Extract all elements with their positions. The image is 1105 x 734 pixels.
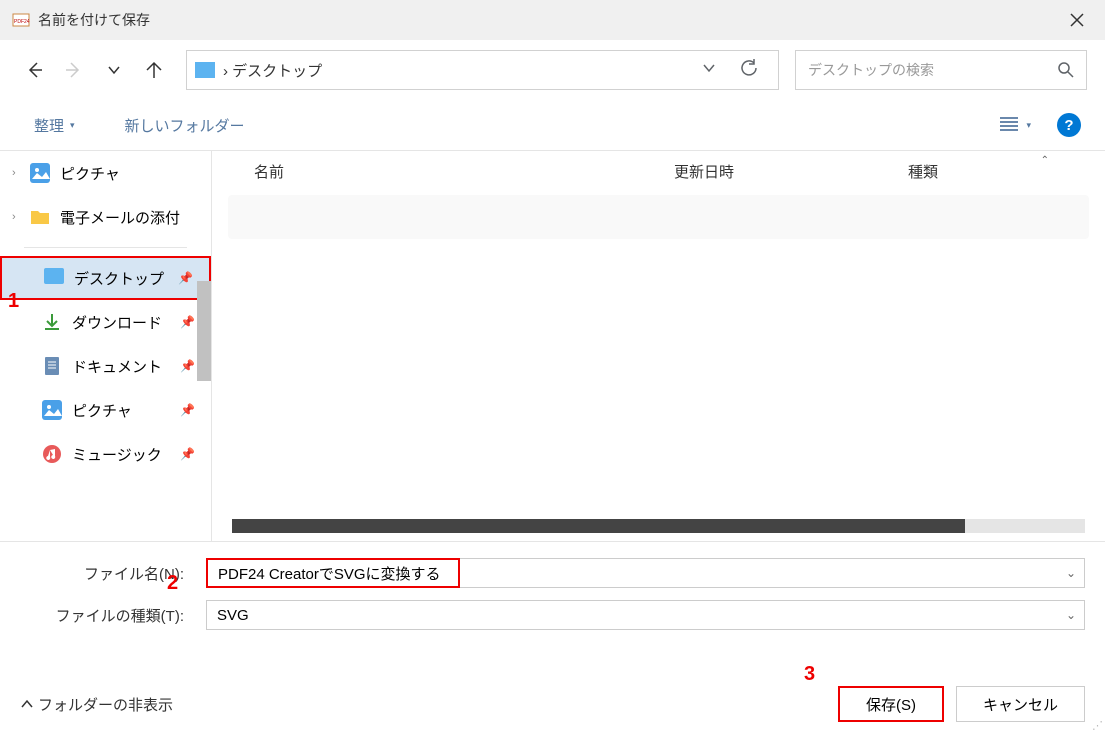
chevron-down-icon: ⌄ (1066, 566, 1076, 580)
music-icon (42, 444, 62, 464)
cancel-button[interactable]: キャンセル (956, 686, 1085, 722)
chevron-right-icon: › (12, 211, 30, 223)
arrow-left-icon (25, 61, 43, 79)
sidebar-item-label: ピクチャ (72, 400, 132, 421)
svg-text:PDF24: PDF24 (14, 19, 30, 25)
pin-icon: 📌 (180, 447, 195, 461)
sidebar-item-label: ダウンロード (72, 312, 162, 333)
sidebar-item-pictures2[interactable]: ピクチャ 📌 (0, 388, 211, 432)
pictures-icon (30, 163, 50, 183)
pictures-icon (42, 400, 62, 420)
sidebar-item-label: デスクトップ (74, 268, 164, 289)
pin-icon: 📌 (178, 271, 193, 285)
close-icon (1070, 13, 1084, 27)
nav-back-button[interactable] (18, 50, 50, 90)
file-row-placeholder (228, 195, 1089, 239)
search-icon (1058, 62, 1074, 78)
sidebar-item-music[interactable]: ミュージック 📌 (0, 432, 211, 476)
horizontal-scrollbar[interactable] (232, 519, 1085, 533)
sidebar-scrollbar[interactable] (197, 151, 211, 541)
pin-icon: 📌 (180, 359, 195, 373)
filename-label: ファイル名(N): (20, 563, 184, 584)
annotation-2: 2 (167, 572, 178, 595)
sidebar-item-label: ピクチャ (60, 163, 120, 184)
help-button[interactable]: ? (1057, 113, 1081, 137)
sidebar-item-desktop[interactable]: デスクトップ 📌 (0, 256, 211, 300)
refresh-icon (740, 59, 758, 77)
address-dropdown[interactable] (690, 61, 728, 80)
window-title: 名前を付けて保存 (38, 10, 1061, 30)
filetype-label: ファイルの種類(T): (20, 605, 184, 626)
pin-icon: 📌 (180, 403, 195, 417)
column-name[interactable]: 名前 (242, 161, 674, 182)
filetype-row: ファイルの種類(T): SVG ⌄ (20, 600, 1085, 630)
titlebar: PDF24 名前を付けて保存 (0, 0, 1105, 40)
download-icon (42, 312, 62, 332)
arrow-right-icon (65, 61, 83, 79)
organize-button[interactable]: 整理 (24, 109, 85, 142)
refresh-button[interactable] (728, 59, 770, 82)
chevron-down-icon: ⌄ (1066, 608, 1076, 622)
resize-grip[interactable]: ⋰ (1092, 719, 1103, 732)
sidebar-item-pictures[interactable]: › ピクチャ (0, 151, 211, 195)
filetype-value: SVG (217, 607, 249, 624)
file-rows (212, 191, 1105, 519)
chevron-down-icon (107, 63, 121, 77)
document-icon (42, 356, 62, 376)
nav-recent-button[interactable] (98, 50, 130, 90)
column-headers: 名前 更新日時 種類 ⌃ (212, 151, 1105, 191)
search-placeholder: デスクトップの検索 (808, 60, 1058, 80)
folder-yellow-icon (30, 207, 50, 227)
annotation-1: 1 (8, 290, 19, 313)
column-modified[interactable]: 更新日時 (674, 161, 908, 182)
chevron-right-icon: › (12, 167, 30, 179)
filetype-select[interactable]: SVG ⌄ (206, 600, 1085, 630)
sidebar-separator (24, 247, 187, 248)
arrow-up-icon (145, 61, 163, 79)
chevron-up-icon (20, 697, 34, 711)
sidebar: › ピクチャ › 電子メールの添付 デスクトップ 📌 ダウンロード 📌 ドキュメ… (0, 151, 212, 541)
nav-up-button[interactable] (138, 50, 170, 90)
form-area: ファイル名(N): ⌄ ファイルの種類(T): SVG ⌄ (0, 541, 1105, 630)
chevron-down-icon (702, 61, 716, 75)
filename-row: ファイル名(N): ⌄ (20, 558, 1085, 588)
nav-forward-button (58, 50, 90, 90)
filename-select-extension[interactable]: ⌄ (460, 558, 1085, 588)
content-area: › ピクチャ › 電子メールの添付 デスクトップ 📌 ダウンロード 📌 ドキュメ… (0, 150, 1105, 541)
folder-icon (195, 62, 215, 78)
list-view-icon (1000, 117, 1018, 133)
sidebar-item-email-attach[interactable]: › 電子メールの添付 (0, 195, 211, 239)
filename-input[interactable] (206, 558, 460, 588)
scrollbar-thumb[interactable] (197, 281, 211, 381)
close-button[interactable] (1061, 4, 1093, 36)
save-button[interactable]: 保存(S) (838, 686, 944, 722)
sidebar-item-label: ドキュメント (72, 356, 162, 377)
desktop-icon (44, 268, 64, 288)
new-folder-button[interactable]: 新しいフォルダー (115, 109, 255, 142)
address-bar[interactable]: › デスクトップ (186, 50, 779, 90)
pin-icon: 📌 (180, 315, 195, 329)
hide-folders-link[interactable]: フォルダーの非表示 (20, 694, 173, 715)
scrollbar-thumb[interactable] (232, 519, 965, 533)
question-icon: ? (1064, 117, 1073, 134)
sidebar-item-documents[interactable]: ドキュメント 📌 (0, 344, 211, 388)
sidebar-item-label: ミュージック (72, 444, 162, 465)
sidebar-item-downloads[interactable]: ダウンロード 📌 (0, 300, 211, 344)
annotation-3: 3 (804, 663, 815, 686)
navbar: › デスクトップ デスクトップの検索 (0, 40, 1105, 100)
breadcrumb: › デスクトップ (223, 60, 322, 81)
sidebar-item-label: 電子メールの添付 (60, 207, 180, 228)
toolbar: 整理 新しいフォルダー ? (0, 100, 1105, 150)
column-type[interactable]: 種類 (908, 161, 1075, 182)
search-box[interactable]: デスクトップの検索 (795, 50, 1087, 90)
view-options-button[interactable] (992, 117, 1039, 133)
file-list-area: 名前 更新日時 種類 ⌃ (212, 151, 1105, 541)
app-icon: PDF24 (12, 11, 30, 29)
sort-up-icon: ⌃ (1041, 155, 1049, 166)
scrollbar-track (965, 519, 1085, 533)
footer: フォルダーの非表示 保存(S) キャンセル (0, 674, 1105, 734)
